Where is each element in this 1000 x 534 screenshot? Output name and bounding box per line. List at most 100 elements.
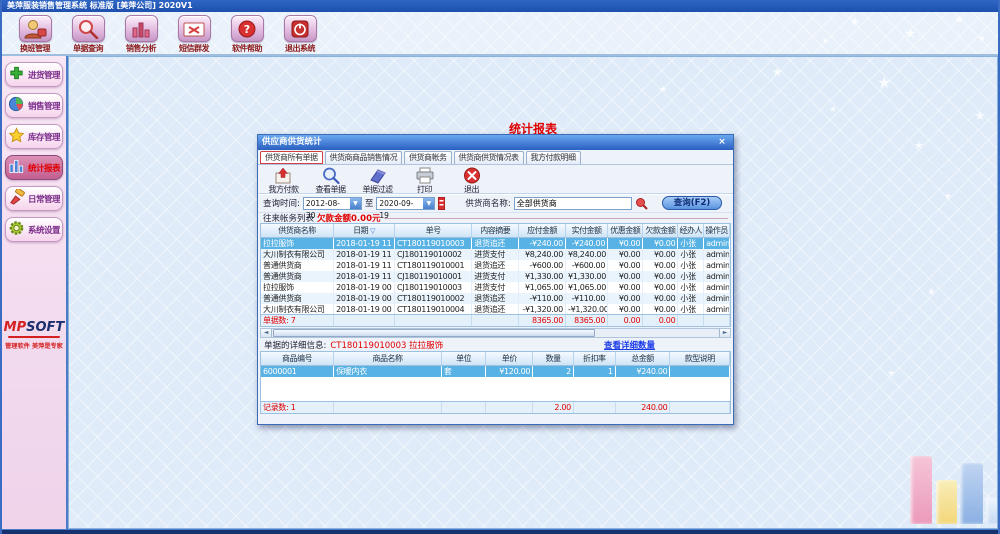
toolbar-button-5[interactable]: ?软件帮助 <box>224 13 270 54</box>
star-decor-icon: ★ <box>904 26 917 42</box>
date-to-input[interactable]: 2020-09-19 ▼ <box>376 197 435 210</box>
table-cell <box>486 402 533 413</box>
table-cell: 大川制衣有限公司 <box>261 304 334 315</box>
sidebar-item-6[interactable]: 系统设置 <box>5 217 63 242</box>
column-header[interactable]: 款型说明 <box>670 352 730 366</box>
envelope-icon <box>178 15 211 42</box>
table-cell: admin <box>704 271 730 282</box>
toolbar-button-4[interactable]: 短信群发 <box>171 13 217 54</box>
column-header[interactable]: 应付金额 <box>519 224 566 238</box>
sidebar-item-4[interactable]: 统计报表 <box>5 155 63 180</box>
titlebar: 美萍服装销售管理系统 标准版 [美萍公司] 2020V1 <box>2 0 998 12</box>
table-cell: ¥0.00 <box>608 260 643 271</box>
dialog-toolbar-button-1[interactable]: 我方付款 <box>260 166 307 193</box>
tab-5[interactable]: 我方付款明细 <box>526 151 581 164</box>
table-cell: 8365.00 <box>519 315 566 326</box>
date-flag-icon[interactable] <box>438 197 445 210</box>
sidebar-item-5[interactable]: 日常管理 <box>5 186 63 211</box>
dialog-toolbar-button-4[interactable]: 打印 <box>401 166 448 193</box>
horizontal-scrollbar[interactable]: ◄ ► <box>260 328 731 338</box>
dialog-toolbar-button-2[interactable]: 查看单据 <box>307 166 354 193</box>
column-header[interactable]: 操作员 <box>704 224 730 238</box>
column-header[interactable]: 单位 <box>441 352 486 366</box>
table-cell <box>573 402 615 413</box>
search-button[interactable]: 查询(F2) <box>662 196 723 210</box>
toolbar-button-3[interactable]: 销售分析 <box>118 13 164 54</box>
table-row[interactable]: 大川制衣有限公司2018-01-19 00CT180119010004退货追还-… <box>261 304 730 315</box>
table-row[interactable]: 拉拉服饰2018-01-19 00CJ180119010003进货支付¥1,06… <box>261 282 730 293</box>
sort-icon[interactable]: ▽ <box>370 227 375 235</box>
table-row[interactable]: 普通供货商2018-01-19 11CT180119010001退货追还-¥60… <box>261 260 730 271</box>
decor-bar-blue <box>960 463 983 524</box>
column-header[interactable]: 实付金额 <box>565 224 607 238</box>
column-header[interactable]: 单号 <box>395 224 472 238</box>
table-cell: 进货支付 <box>472 282 519 293</box>
items-table-container: 商品编号商品名称单位单价数量折扣率总金额款型说明6000001保暖内衣套¥120… <box>260 351 731 402</box>
tab-2[interactable]: 供货商商品销售情况 <box>325 151 403 164</box>
table-cell: 2018-01-19 11 <box>334 249 395 260</box>
sidebar-item-1[interactable]: 进货管理 <box>5 62 63 87</box>
table-cell: ¥0.00 <box>608 282 643 293</box>
scrollbar-track[interactable] <box>272 329 719 337</box>
chevron-down-icon[interactable]: ▼ <box>350 198 361 209</box>
star-decor-icon: ★ <box>978 34 986 44</box>
table-cell: 2018-01-19 11 <box>334 271 395 282</box>
column-header[interactable]: 日期 ▽ <box>334 224 395 238</box>
scroll-right-icon[interactable]: ► <box>719 329 730 337</box>
scroll-left-icon[interactable]: ◄ <box>261 329 272 337</box>
column-header[interactable]: 折扣率 <box>573 352 615 366</box>
column-header[interactable]: 经办人 <box>678 224 704 238</box>
table-cell: ¥8,240.00 <box>519 249 566 260</box>
dialog-toolbar-button-5[interactable]: 退出 <box>448 166 495 193</box>
table-row[interactable]: 普通供货商2018-01-19 11CJ180119010001进货支付¥1,3… <box>261 271 730 282</box>
table-row[interactable]: 大川制衣有限公司2018-01-19 11CJ180119010002进货支付¥… <box>261 249 730 260</box>
sidebar-item-3[interactable]: 库存管理 <box>5 124 63 149</box>
toolbar-button-label: 退出系统 <box>277 43 323 54</box>
dialog-toolbar: 我方付款查看单据单据过滤打印退出 <box>258 165 733 194</box>
table-cell: 单据数: 7 <box>261 315 334 326</box>
view-quantity-link[interactable]: 查看详细数量 <box>604 339 655 351</box>
column-header[interactable]: 数量 <box>533 352 574 366</box>
column-header[interactable]: 欠款金额 <box>643 224 678 238</box>
bars-icon <box>8 158 25 177</box>
print-icon <box>401 167 448 184</box>
table-cell: 记录数: 1 <box>261 402 334 413</box>
table-cell <box>678 315 704 326</box>
dialog-toolbar-button-3[interactable]: 单据过滤 <box>354 166 401 193</box>
column-header[interactable]: 单价 <box>486 352 533 366</box>
table-cell: admin <box>704 238 730 250</box>
logo-underline <box>8 336 60 338</box>
star-decor-icon: ★ <box>829 105 837 115</box>
table-header-row: 供货商名称日期 ▽单号内容摘要应付金额实付金额优惠金额欠款金额经办人操作员 <box>261 224 730 238</box>
logo-mp: MP <box>4 320 26 335</box>
tab-3[interactable]: 供货商帐务 <box>404 151 452 164</box>
column-header[interactable]: 供货商名称 <box>261 224 334 238</box>
toolbar-button-2[interactable]: 单据查询 <box>65 13 111 54</box>
tab-4[interactable]: 供货商供货情况表 <box>454 151 524 164</box>
table-cell: 退货追还 <box>472 238 519 250</box>
column-header[interactable]: 优惠金额 <box>608 224 643 238</box>
column-header[interactable]: 总金额 <box>615 352 670 366</box>
tab-1[interactable]: 供货商所有单据 <box>260 151 323 164</box>
table-row[interactable]: 拉拉服饰2018-01-19 11CT180119010003退货追还-¥240… <box>261 238 730 250</box>
toolbar-button-label: 软件帮助 <box>224 43 270 54</box>
table-cell: ¥8,240.00 <box>565 249 607 260</box>
date-from-input[interactable]: 2012-08-30 ▼ <box>303 197 362 210</box>
star-decor-icon: ★ <box>914 139 924 152</box>
table-cell <box>704 315 730 326</box>
column-header[interactable]: 商品编号 <box>261 352 334 366</box>
close-icon[interactable]: × <box>715 135 729 150</box>
supplier-search-icon[interactable] <box>635 197 648 210</box>
sidebar-item-2[interactable]: 销售管理 <box>5 93 63 118</box>
column-header[interactable]: 商品名称 <box>334 352 442 366</box>
table-row[interactable]: 普通供货商2018-01-19 00CT180119010002退货追还-¥11… <box>261 293 730 304</box>
toolbar-button-1[interactable]: 换班管理 <box>12 13 58 54</box>
toolbar-button-6[interactable]: 退出系统 <box>277 13 323 54</box>
scrollbar-thumb[interactable] <box>273 329 595 337</box>
table-cell: admin <box>704 249 730 260</box>
column-header[interactable]: 内容摘要 <box>472 224 519 238</box>
supplier-name-input[interactable] <box>514 197 632 210</box>
dialog-titlebar: 供应商供货统计 × <box>258 135 733 150</box>
table-row[interactable]: 6000001保暖内衣套¥120.0021¥240.00 <box>261 366 730 378</box>
chevron-down-icon[interactable]: ▼ <box>423 198 434 209</box>
